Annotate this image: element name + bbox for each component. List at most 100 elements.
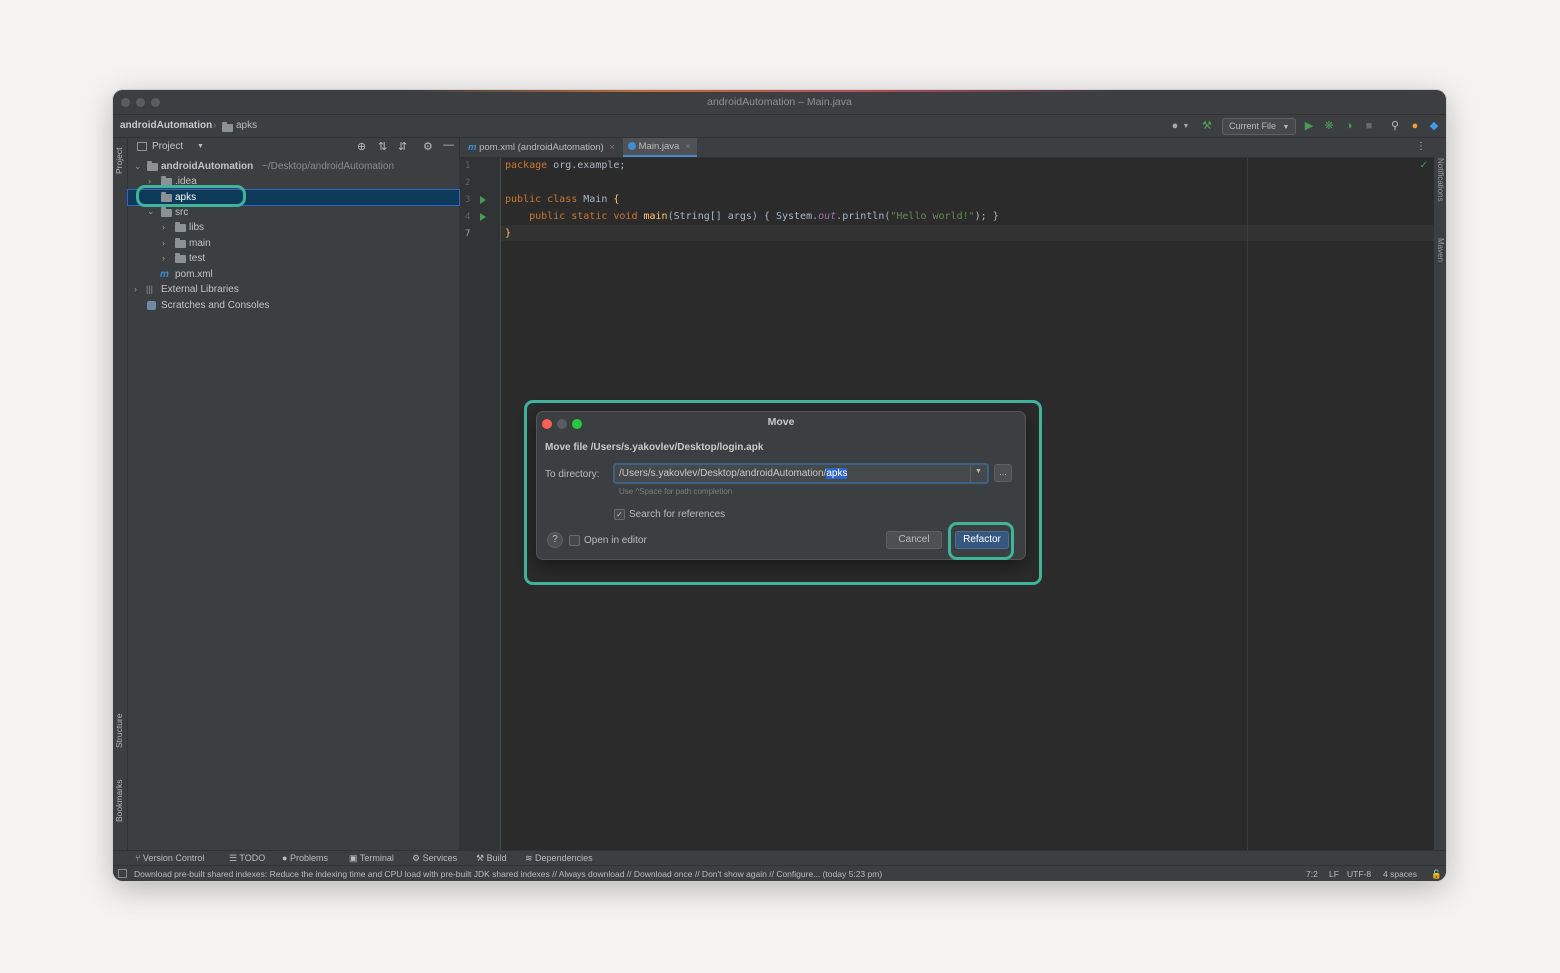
project-view-title[interactable]: Project bbox=[152, 141, 183, 152]
breadcrumb-folder[interactable]: apks bbox=[236, 120, 257, 131]
line-separator[interactable]: LF bbox=[1329, 869, 1339, 879]
open-in-editor-checkbox[interactable] bbox=[569, 535, 580, 546]
lock-icon[interactable]: 🔓 bbox=[1431, 869, 1442, 880]
maven-file-icon: m bbox=[160, 269, 169, 280]
line-number: 2 bbox=[465, 178, 471, 188]
folder-icon bbox=[222, 122, 233, 132]
more-tabs-icon[interactable]: ⋮ bbox=[1416, 141, 1426, 152]
hide-panel-icon[interactable]: — bbox=[443, 139, 454, 151]
help-button[interactable]: ? bbox=[547, 532, 563, 548]
run-config-select[interactable]: Current File ▼ bbox=[1222, 118, 1297, 135]
expand-all-icon[interactable]: ⇅ bbox=[378, 140, 387, 153]
stop-icon[interactable]: ■ bbox=[1362, 119, 1376, 133]
refactor-button[interactable]: Refactor bbox=[955, 531, 1009, 549]
jetbrains-logo-icon[interactable]: ◆ bbox=[1427, 119, 1441, 133]
run-gutter-icon[interactable] bbox=[480, 213, 486, 221]
tree-row-label: pom.xml bbox=[175, 269, 213, 280]
right-tool-strip: Notifications Maven bbox=[1433, 138, 1446, 850]
editor-gutter: 1 2 3 4 7 bbox=[460, 158, 501, 850]
tree-row-path: ~/Desktop/androidAutomation bbox=[262, 161, 395, 172]
gear-icon[interactable]: ⚙ bbox=[423, 140, 433, 153]
run-icon[interactable]: ▶ bbox=[1302, 119, 1316, 133]
run-config-label: Current File bbox=[1229, 121, 1277, 131]
locate-target-icon[interactable]: ⊕ bbox=[357, 140, 366, 153]
status-toggle-icon[interactable] bbox=[118, 869, 127, 878]
cursor-position[interactable]: 7:2 bbox=[1306, 869, 1318, 879]
chevron-down-icon: ▼ bbox=[975, 468, 982, 475]
tree-row-test[interactable]: › test bbox=[128, 251, 459, 266]
tree-row-project-root[interactable]: ⌄ androidAutomation ~/Desktop/androidAut… bbox=[128, 159, 459, 174]
chevron-down-icon[interactable]: ⌄ bbox=[134, 159, 142, 174]
tool-tab-todo[interactable]: ☰ TODO bbox=[229, 853, 265, 864]
tool-tab-dependencies[interactable]: ≋ Dependencies bbox=[525, 853, 593, 864]
line-number: 1 bbox=[465, 161, 471, 171]
coverage-icon[interactable]: ◑ bbox=[1342, 119, 1356, 133]
tree-row-apks[interactable]: apks bbox=[127, 189, 460, 206]
library-icon: ||| bbox=[146, 284, 154, 294]
navigation-bar: androidAutomation › apks ● ▼ ⚒ Current F… bbox=[113, 115, 1446, 138]
project-tool-tab[interactable]: Project bbox=[114, 148, 124, 174]
chevron-down-icon[interactable]: ▼ bbox=[197, 143, 204, 150]
indent-setting[interactable]: 4 spaces bbox=[1383, 869, 1417, 879]
tree-row-scratches[interactable]: Scratches and Consoles bbox=[128, 298, 459, 313]
collapse-all-icon[interactable]: ⇵ bbox=[398, 140, 407, 153]
code-line-7[interactable]: } bbox=[505, 228, 511, 239]
notifications-tool-tab[interactable]: Notifications bbox=[1436, 158, 1445, 202]
folder-icon bbox=[161, 176, 172, 186]
to-directory-value: /Users/s.yakovlev/Desktop/androidAutomat… bbox=[619, 468, 848, 479]
open-in-editor-label[interactable]: Open in editor bbox=[584, 535, 647, 546]
tool-tab-terminal[interactable]: ▣ Terminal bbox=[349, 853, 394, 864]
file-encoding[interactable]: UTF-8 bbox=[1347, 869, 1371, 879]
tree-row-pom[interactable]: m pom.xml bbox=[128, 267, 459, 282]
tree-row-label: External Libraries bbox=[161, 284, 239, 295]
browse-button[interactable]: ... bbox=[994, 464, 1012, 482]
dialog-title: Move bbox=[767, 416, 795, 428]
bookmarks-tool-tab[interactable]: Bookmarks bbox=[114, 779, 124, 822]
chevron-down-icon[interactable]: ▼ bbox=[1179, 120, 1193, 134]
module-folder-icon bbox=[147, 161, 158, 171]
run-gutter-icon[interactable] bbox=[480, 196, 486, 204]
maven-tool-tab[interactable]: Maven bbox=[1436, 238, 1445, 262]
structure-tool-tab[interactable]: Structure bbox=[114, 714, 124, 749]
chevron-right-icon[interactable]: › bbox=[148, 174, 151, 189]
tree-row-label: test bbox=[189, 253, 206, 264]
tree-row-src[interactable]: ⌄ src bbox=[128, 205, 459, 220]
tool-tab-version-control[interactable]: ⑂ Version Control bbox=[135, 853, 204, 863]
title-bar: androidAutomation – Main.java bbox=[113, 90, 1446, 115]
search-references-label[interactable]: Search for references bbox=[629, 509, 725, 520]
chevron-right-icon[interactable]: › bbox=[162, 220, 165, 235]
scratches-icon bbox=[147, 301, 156, 310]
line-number: 4 bbox=[465, 212, 471, 222]
status-message[interactable]: Download pre-built shared indexes: Reduc… bbox=[134, 869, 882, 879]
tree-row-main[interactable]: › main bbox=[128, 236, 459, 251]
close-icon[interactable]: × bbox=[685, 141, 691, 152]
dialog-heading: Move file /Users/s.yakovlev/Desktop/logi… bbox=[545, 442, 764, 453]
tree-row-libs[interactable]: › libs bbox=[128, 220, 459, 235]
search-icon[interactable]: ⚲ bbox=[1388, 119, 1402, 133]
chevron-right-icon[interactable]: › bbox=[162, 251, 165, 266]
code-line-4[interactable]: public static void main(String[] args) {… bbox=[505, 211, 999, 222]
tree-row-idea[interactable]: › .idea bbox=[128, 174, 459, 189]
code-line-1[interactable]: package org.example; bbox=[505, 160, 625, 171]
folder-icon bbox=[161, 207, 172, 217]
to-directory-input[interactable]: /Users/s.yakovlev/Desktop/androidAutomat… bbox=[613, 463, 989, 484]
tab-main-java[interactable]: Main.java × bbox=[623, 138, 697, 157]
chevron-right-icon[interactable]: › bbox=[134, 282, 137, 297]
tool-tab-build[interactable]: ⚒ Build bbox=[476, 853, 507, 864]
code-line-3[interactable]: public class Main { bbox=[505, 194, 619, 205]
search-references-checkbox[interactable]: ✓ bbox=[614, 509, 625, 520]
tree-row-external-libraries[interactable]: › ||| External Libraries bbox=[128, 282, 459, 297]
breadcrumb-project[interactable]: androidAutomation bbox=[120, 120, 212, 131]
close-icon[interactable]: × bbox=[609, 142, 615, 153]
tool-tab-problems[interactable]: ● Problems bbox=[282, 853, 328, 863]
update-icon[interactable]: ● bbox=[1408, 119, 1422, 133]
directory-history-dropdown[interactable]: ▼ bbox=[970, 465, 987, 482]
tab-pom-xml[interactable]: m pom.xml (androidAutomation) × bbox=[468, 138, 615, 157]
cancel-button[interactable]: Cancel bbox=[886, 531, 942, 549]
debug-icon[interactable]: ❋ bbox=[1322, 119, 1336, 133]
build-hammer-icon[interactable]: ⚒ bbox=[1200, 119, 1214, 133]
breadcrumb-separator: › bbox=[213, 120, 217, 131]
chevron-down-icon[interactable]: ⌄ bbox=[147, 204, 155, 219]
chevron-right-icon[interactable]: › bbox=[162, 236, 165, 251]
tool-tab-services[interactable]: ⚙ Services bbox=[412, 853, 457, 864]
